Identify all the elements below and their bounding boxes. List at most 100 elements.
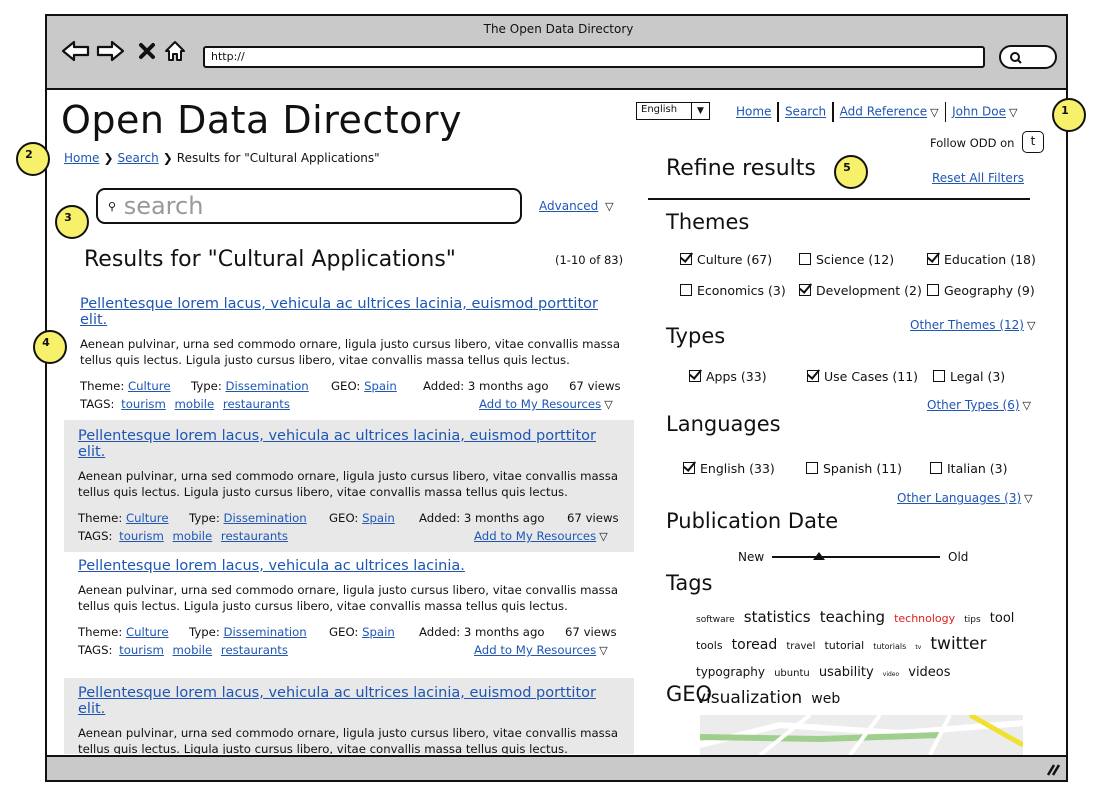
twitter-icon[interactable]: t (1022, 131, 1044, 153)
tag-cloud-item[interactable]: typography (696, 665, 765, 679)
type-link[interactable]: Dissemination (224, 511, 307, 525)
result-title-link[interactable]: Pellentesque lorem lacus, vehicula ac ul… (78, 558, 628, 574)
add-to-resources-label[interactable]: Add to My Resources (474, 643, 596, 657)
tag-cloud-item[interactable]: travel (786, 641, 815, 652)
theme-link[interactable]: Culture (126, 625, 169, 639)
other-languages-link[interactable]: Other Languages (3) (897, 491, 1021, 505)
theme-link[interactable]: Culture (126, 511, 169, 525)
type-link[interactable]: Dissemination (224, 625, 307, 639)
filter-checkbox[interactable]: Apps (33) (689, 369, 767, 384)
tag-link[interactable]: tourism (121, 397, 166, 411)
dropdown-arrow-icon[interactable]: ▼ (691, 102, 710, 120)
tag-link[interactable]: restaurants (221, 529, 288, 543)
tag-link[interactable]: tourism (119, 529, 164, 543)
tag-link[interactable]: restaurants (221, 643, 288, 657)
tag-cloud-item[interactable]: video (883, 671, 899, 678)
search-input[interactable]: ⚲ search (96, 188, 522, 224)
other-themes-toggle[interactable]: Other Themes (12) ▽ (910, 318, 1035, 332)
filter-checkbox[interactable]: Education (18) (927, 252, 1036, 267)
back-arrow-icon[interactable] (61, 40, 91, 66)
url-input[interactable]: http:// (203, 46, 985, 68)
tag-cloud-item[interactable]: statistics (744, 608, 811, 626)
result-title-link[interactable]: Pellentesque lorem lacus, vehicula ac ul… (80, 296, 625, 328)
filter-checkbox[interactable]: Science (12) (799, 252, 894, 267)
stop-icon[interactable] (138, 42, 156, 64)
add-to-resources-button[interactable]: Add to My Resources ▽ (474, 642, 608, 659)
breadcrumb-search-link[interactable]: Search (118, 151, 159, 165)
nav-add-reference-link[interactable]: Add Reference (840, 105, 927, 119)
type-link[interactable]: Dissemination (226, 379, 309, 393)
checkbox-checked-icon[interactable] (799, 284, 811, 296)
filter-checkbox[interactable]: Culture (67) (680, 252, 772, 267)
tag-cloud-item[interactable]: software (696, 615, 735, 625)
result-title-link[interactable]: Pellentesque lorem lacus, vehicula ac ul… (78, 685, 622, 717)
checkbox-icon[interactable] (799, 253, 811, 265)
checkbox-checked-icon[interactable] (927, 253, 939, 265)
filter-checkbox[interactable]: Use Cases (11) (807, 369, 918, 384)
geo-map[interactable] (700, 715, 1023, 755)
user-menu-link[interactable]: John Doe (952, 105, 1006, 119)
tag-cloud-item[interactable]: toread (732, 637, 778, 653)
filter-checkbox[interactable]: English (33) (683, 461, 775, 476)
checkbox-checked-icon[interactable] (683, 462, 695, 474)
resize-grip-icon[interactable] (1045, 763, 1061, 777)
tag-cloud-item[interactable]: twitter (930, 634, 986, 654)
filter-checkbox[interactable]: Spanish (11) (806, 461, 902, 476)
date-slider-handle[interactable] (813, 552, 826, 560)
tag-cloud-item[interactable]: videos (908, 665, 950, 680)
date-slider-track[interactable] (772, 556, 940, 558)
tag-cloud-item[interactable]: tutorial (824, 639, 864, 652)
filter-checkbox[interactable]: Legal (3) (933, 369, 1005, 384)
reset-filters-link[interactable]: Reset All Filters (932, 171, 1024, 185)
add-to-resources-label[interactable]: Add to My Resources (474, 529, 596, 543)
tag-link[interactable]: mobile (173, 643, 213, 657)
breadcrumb-home-link[interactable]: Home (64, 151, 99, 165)
filter-checkbox[interactable]: Geography (9) (927, 283, 1035, 298)
add-to-resources-button[interactable]: Add to My Resources ▽ (474, 528, 608, 545)
checkbox-icon[interactable] (680, 284, 692, 296)
add-to-resources-button[interactable]: Add to My Resources ▽ (479, 396, 613, 413)
filter-checkbox[interactable]: Italian (3) (930, 461, 1007, 476)
tag-cloud-item[interactable]: tutorials (873, 642, 906, 651)
tag-cloud-item[interactable]: web (811, 691, 840, 707)
add-to-resources-label[interactable]: Add to My Resources (479, 397, 601, 411)
forward-arrow-icon[interactable] (95, 40, 125, 66)
checkbox-icon[interactable] (927, 284, 939, 296)
tag-link[interactable]: tourism (119, 643, 164, 657)
tag-cloud-item[interactable]: ubuntu (774, 668, 810, 679)
tag-link[interactable]: mobile (173, 529, 213, 543)
browser-search-field[interactable] (999, 45, 1057, 69)
other-languages-toggle[interactable]: Other Languages (3) ▽ (897, 491, 1033, 505)
geo-link[interactable]: Spain (362, 625, 395, 639)
tag-cloud-item[interactable]: technology (894, 612, 955, 625)
geo-link[interactable]: Spain (362, 511, 395, 525)
tag-cloud-item[interactable]: teaching (820, 608, 885, 626)
advanced-link[interactable]: Advanced (539, 199, 598, 213)
checkbox-checked-icon[interactable] (807, 370, 819, 382)
result-title-link[interactable]: Pellentesque lorem lacus, vehicula ac ul… (78, 428, 622, 460)
tag-link[interactable]: restaurants (223, 397, 290, 411)
nav-search-link[interactable]: Search (785, 105, 826, 119)
tag-cloud-item[interactable]: tools (696, 639, 723, 652)
tag-cloud-item[interactable]: tips (964, 615, 980, 625)
checkbox-checked-icon[interactable] (680, 253, 692, 265)
other-themes-link[interactable]: Other Themes (12) (910, 318, 1024, 332)
nav-home-link[interactable]: Home (736, 105, 771, 119)
tag-cloud-item[interactable]: usability (819, 665, 874, 680)
other-types-link[interactable]: Other Types (6) (927, 398, 1020, 412)
tag-cloud-item[interactable]: tv (915, 644, 921, 651)
geo-link[interactable]: Spain (364, 379, 397, 393)
tag-link[interactable]: mobile (175, 397, 215, 411)
other-types-toggle[interactable]: Other Types (6) ▽ (927, 398, 1031, 412)
checkbox-icon[interactable] (930, 462, 942, 474)
checkbox-icon[interactable] (806, 462, 818, 474)
theme-link[interactable]: Culture (128, 379, 171, 393)
home-icon[interactable] (163, 39, 187, 67)
filter-checkbox[interactable]: Development (2) (799, 283, 922, 298)
top-navigation: Home Search Add Reference ▽ John Doe ▽ (736, 102, 1017, 122)
tag-cloud-item[interactable]: tool (990, 611, 1015, 626)
filter-checkbox[interactable]: Economics (3) (680, 283, 786, 298)
advanced-search-toggle[interactable]: Advanced ▽ (539, 199, 614, 213)
checkbox-icon[interactable] (933, 370, 945, 382)
checkbox-checked-icon[interactable] (689, 370, 701, 382)
